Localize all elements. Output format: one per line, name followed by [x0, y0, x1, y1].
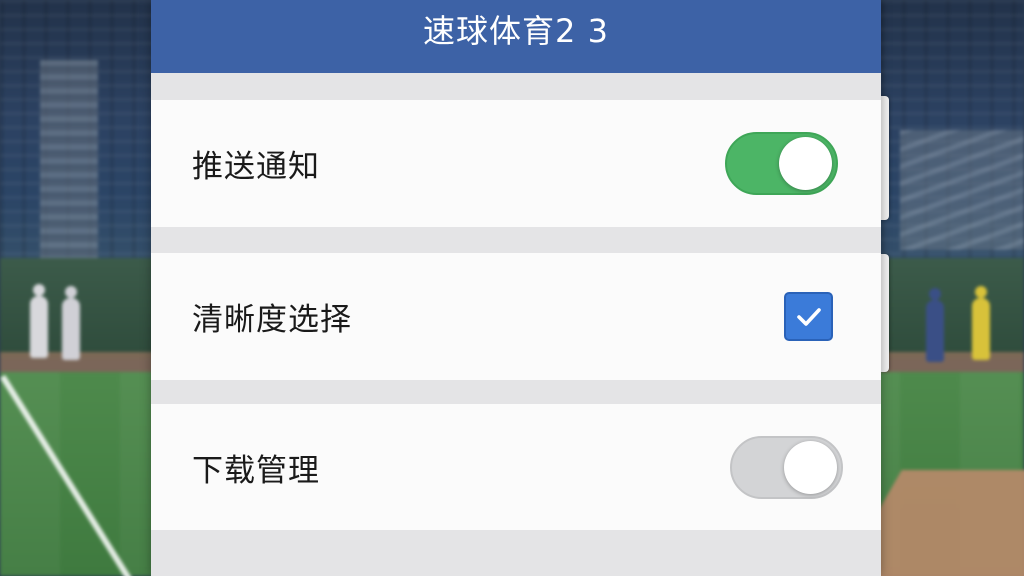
panel-edge-handle	[881, 254, 889, 372]
player-figure	[926, 288, 944, 362]
setting-row-push-notifications[interactable]: 推送通知	[151, 100, 881, 227]
player-figure	[30, 284, 48, 358]
setting-label: 下载管理	[192, 452, 320, 489]
stadium-stairs	[40, 60, 98, 260]
screen: 速球体育2 3 推送通知 清晰度选择 下载管理	[0, 0, 1024, 576]
app-title: 速球体育2 3	[423, 11, 609, 50]
settings-panel: 速球体育2 3 推送通知 清晰度选择 下载管理	[151, 0, 881, 576]
quality-selection-checkbox[interactable]	[784, 292, 833, 341]
toggle-knob	[779, 137, 832, 190]
title-bar: 速球体育2 3	[151, 0, 881, 73]
setting-row-quality-selection[interactable]: 清晰度选择	[151, 253, 881, 380]
player-figure	[972, 286, 990, 360]
stadium-stairs	[900, 130, 1024, 250]
setting-label: 清晰度选择	[192, 302, 352, 338]
player-figure	[62, 286, 80, 360]
checkmark-icon	[796, 307, 821, 326]
download-management-toggle[interactable]	[730, 436, 843, 499]
push-notifications-toggle[interactable]	[725, 132, 838, 195]
setting-row-download-management[interactable]: 下载管理	[151, 404, 881, 530]
toggle-knob	[784, 441, 837, 494]
setting-label: 推送通知	[192, 149, 320, 185]
panel-edge-handle	[881, 96, 889, 220]
